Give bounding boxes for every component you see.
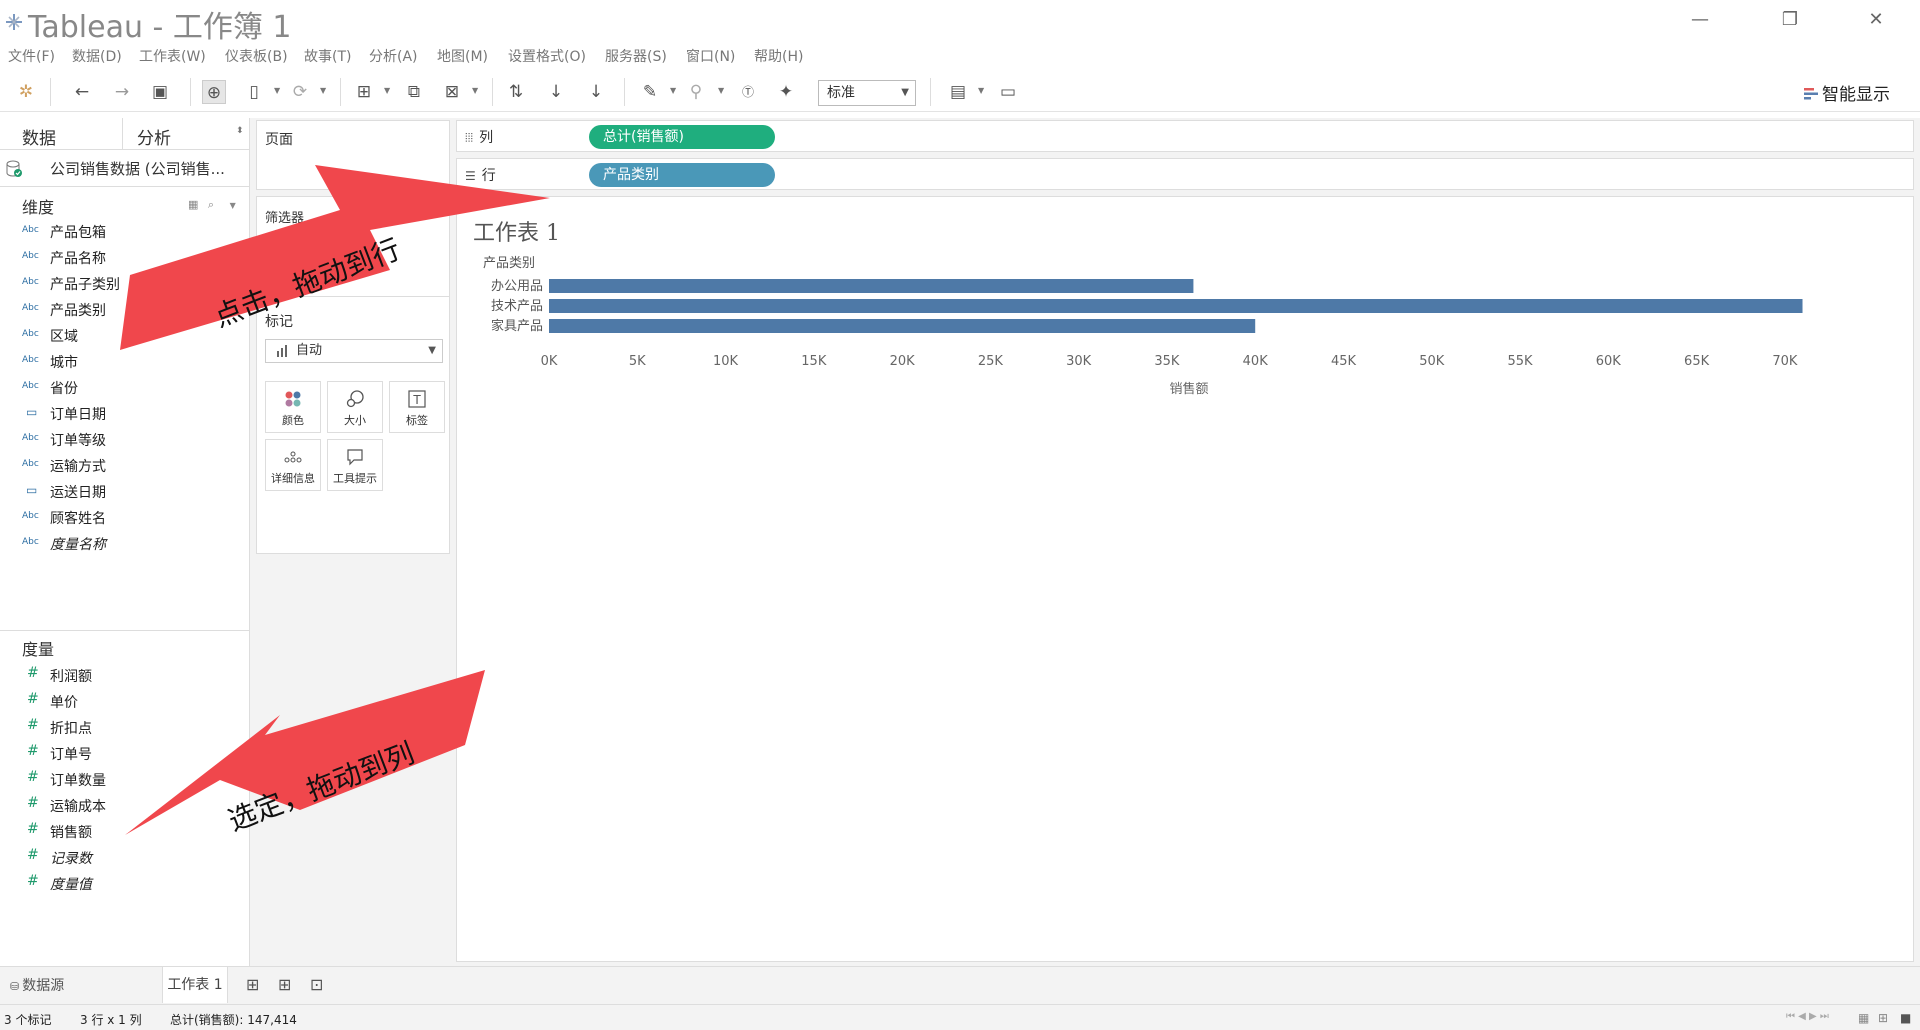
- annotation-layer: [120, 165, 550, 835]
